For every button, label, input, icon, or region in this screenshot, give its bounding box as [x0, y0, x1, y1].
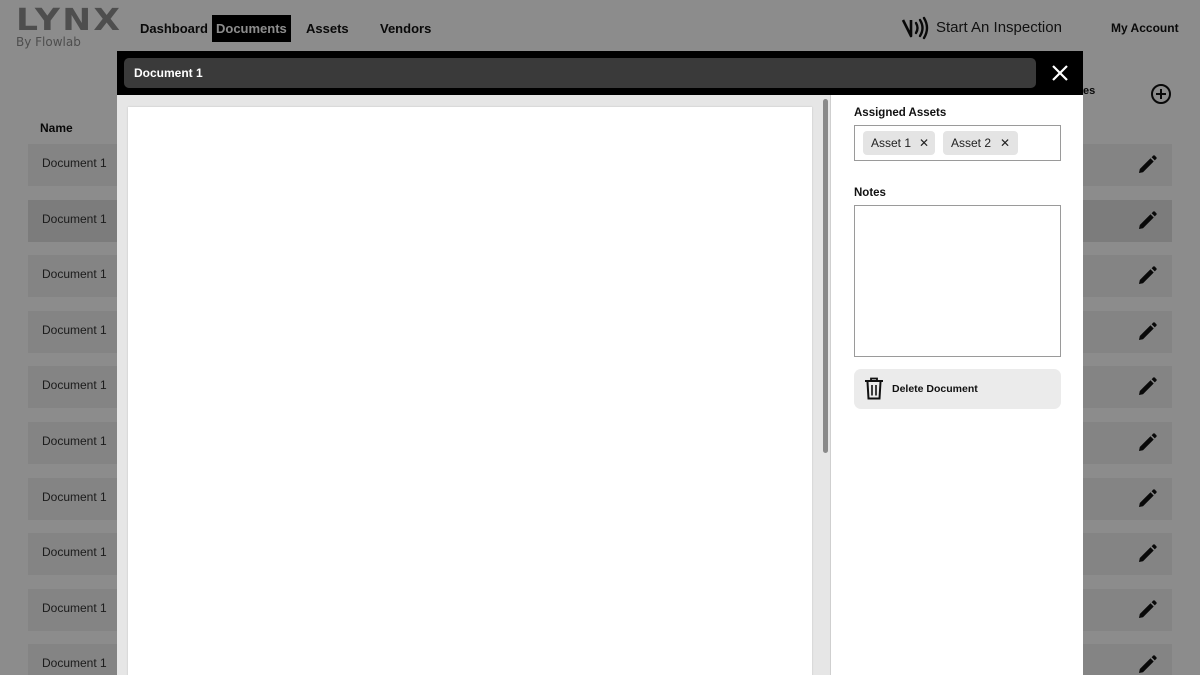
document-preview-page: [128, 107, 812, 675]
remove-asset-icon[interactable]: ✕: [919, 131, 929, 155]
modal-header: Document 1: [117, 51, 1083, 95]
remove-asset-icon[interactable]: ✕: [1000, 131, 1010, 155]
delete-document-label: Delete Document: [892, 383, 978, 395]
assigned-assets-label: Assigned Assets: [854, 107, 947, 119]
notes-label: Notes: [854, 187, 886, 199]
delete-document-button[interactable]: Delete Document: [854, 369, 1061, 409]
asset-chip: Asset 2 ✕: [943, 131, 1018, 155]
asset-chip: Asset 1 ✕: [863, 131, 935, 155]
asset-chip-label: Asset 2: [951, 136, 992, 150]
modal-title: Document 1: [134, 66, 203, 80]
document-side-panel: Assigned Assets Asset 1 ✕ Asset 2 ✕ Note…: [832, 95, 1083, 675]
scrollbar-thumb[interactable]: [823, 99, 828, 453]
modal-title-bar: Document 1: [124, 58, 1036, 88]
close-icon[interactable]: [1050, 63, 1070, 83]
asset-chip-label: Asset 1: [871, 136, 912, 150]
document-modal: Document 1 Assigned Assets Asset 1 ✕ Ass…: [117, 51, 1083, 675]
document-preview-area: [117, 95, 831, 675]
trash-icon: [865, 377, 883, 400]
assigned-assets-field[interactable]: Asset 1 ✕ Asset 2 ✕: [854, 125, 1061, 161]
notes-textarea[interactable]: [854, 205, 1061, 357]
